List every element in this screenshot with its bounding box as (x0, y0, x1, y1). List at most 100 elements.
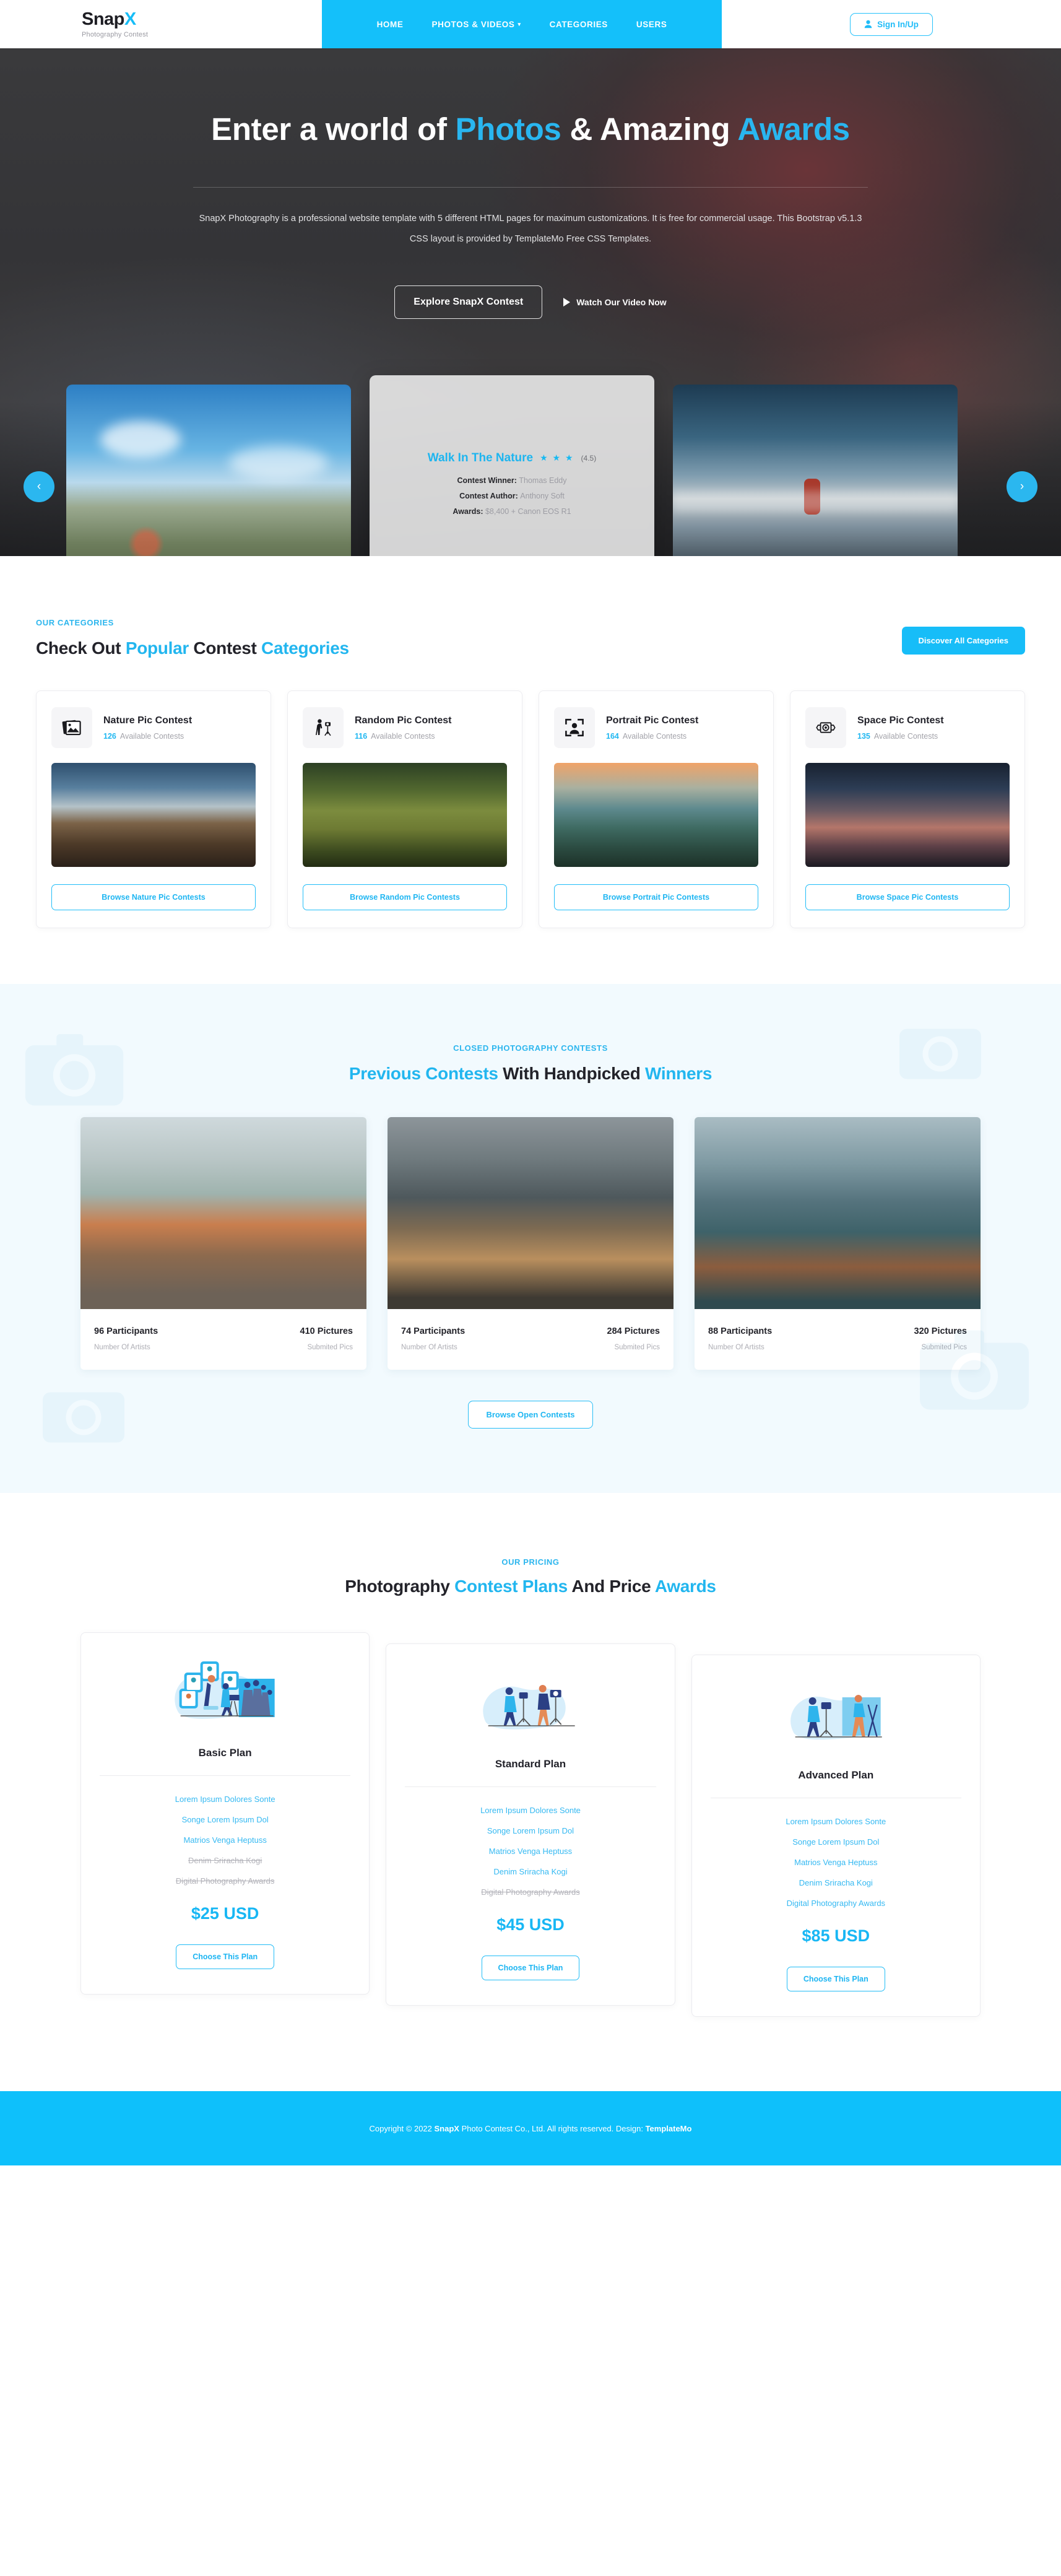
rating-stars-icon: ★ ★ ★ (540, 453, 574, 463)
participants-stat: 96 Participants Number Of Artists (94, 1326, 158, 1351)
slide-right[interactable] (673, 385, 958, 556)
pricing-title-p1: Photography (345, 1577, 455, 1596)
categories-title-p2: Contest (188, 638, 262, 658)
previous-contests-section: CLOSED PHOTOGRAPHY CONTESTS Previous Con… (0, 984, 1061, 1493)
category-name: Space Pic Contest (857, 715, 944, 726)
category-name: Portrait Pic Contest (606, 715, 699, 726)
pricing-title-hl1: Contest Plans (454, 1577, 568, 1596)
category-count: 116 (355, 731, 368, 741)
plan-feature[interactable]: Songe Lorem Ipsum Dol (711, 1837, 961, 1847)
copyright-p2: Photo Contest Co., Ltd. All rights reser… (459, 2123, 646, 2133)
category-count: 126 (103, 731, 116, 741)
participants-label: Number Of Artists (94, 1344, 150, 1351)
category-card-text: Space Pic Contest 135 Available Contests (857, 715, 944, 741)
category-available-label: Available Contests (119, 731, 184, 741)
contest-stats: 74 Participants Number Of Artists 284 Pict… (388, 1309, 673, 1370)
contest-photo (388, 1117, 673, 1309)
pictures-value: 284 Pictures (607, 1326, 660, 1336)
nav-item-users[interactable]: USERS (636, 20, 667, 29)
hero-content: Enter a world of Photos & Amazing Awards… (0, 48, 1061, 319)
contest-author-label: Contest Author: (459, 491, 518, 500)
plan-feature[interactable]: Matrios Venga Heptuss (405, 1847, 656, 1856)
categories-title-hl1: Popular (125, 638, 189, 658)
previous-cta-row: Browse Open Contests (0, 1401, 1061, 1429)
plan-divider (405, 1786, 656, 1787)
contest-winner-row: Contest Winner: Thomas Eddy (392, 476, 632, 485)
categories-eyebrow: OUR CATEGORIES (36, 618, 114, 627)
plan-feature[interactable]: Digital Photography Awards (711, 1899, 961, 1908)
plan-name: Standard Plan (495, 1758, 566, 1770)
plan-name: Basic Plan (198, 1747, 252, 1759)
vintage-camera-icon (805, 707, 846, 748)
browse-open-contests-button[interactable]: Browse Open Contests (468, 1401, 593, 1429)
category-card-header: Random Pic Contest 116 Available Contests (303, 707, 507, 748)
slider-next-button[interactable]: › (1007, 471, 1037, 502)
site-footer: Copyright © 2022 SnapX Photo Contest Co.… (0, 2091, 1061, 2165)
hero-slider: ‹ › Walk In The Nature ★ ★ ★ (4.5) Conte… (0, 375, 1061, 556)
sign-in-up-button[interactable]: Sign In/Up (850, 12, 933, 36)
advanced-plan-illustration (790, 1695, 882, 1740)
choose-plan-button[interactable]: Choose This Plan (786, 1967, 885, 1991)
logo[interactable]: SnapX Photography Contest (0, 0, 322, 48)
plan-feature[interactable]: Matrios Venga Heptuss (100, 1835, 350, 1845)
nav-item-photos-videos[interactable]: PHOTOS & VIDEOS ▾ (431, 20, 521, 29)
plan-illustration (405, 1665, 656, 1752)
header-actions: Sign In/Up (722, 0, 1061, 48)
category-browse-button[interactable]: Browse Portrait Pic Contests (554, 884, 758, 910)
contest-winner-value: Thomas Eddy (519, 476, 567, 485)
page-root: SnapX Photography Contest HOME PHOTOS & V… (0, 0, 1061, 2165)
plan-feature[interactable]: Lorem Ipsum Dolores Sonte (711, 1817, 961, 1826)
logo-tagline: Photography Contest (82, 30, 149, 38)
category-name: Random Pic Contest (355, 715, 452, 726)
nav-item-home[interactable]: HOME (377, 20, 404, 29)
copyright-text: Copyright © 2022 SnapX Photo Contest Co.… (370, 2124, 692, 2133)
plan-feature[interactable]: Songe Lorem Ipsum Dol (405, 1826, 656, 1835)
plan-price: $25 USD (191, 1904, 259, 1923)
category-name: Nature Pic Contest (103, 715, 193, 726)
category-browse-button[interactable]: Browse Nature Pic Contests (51, 884, 256, 910)
plan-feature[interactable]: Denim Sriracha Kogi (405, 1867, 656, 1876)
category-availability: 164 Available Contests (606, 732, 698, 741)
pricing-grid: Basic Plan Lorem Ipsum Dolores Sonte Songe… (0, 1632, 1061, 2017)
discover-all-categories-button[interactable]: Discover All Categories (901, 627, 1025, 655)
hero-divider (193, 187, 868, 188)
plan-feature[interactable]: Matrios Venga Heptuss (711, 1858, 961, 1867)
category-thumbnail (805, 763, 1010, 867)
slider-prev-button[interactable]: ‹ (24, 471, 54, 502)
nav-item-label: CATEGORIES (549, 19, 608, 29)
nav-item-categories[interactable]: CATEGORIES (550, 20, 608, 29)
previous-contest-card[interactable]: 96 Participants Number Of Artists 410 Pict… (80, 1117, 366, 1370)
category-thumbnail (51, 763, 256, 867)
pricing-eyebrow: OUR PRICING (501, 1557, 560, 1567)
participants-value: 74 Participants (401, 1326, 466, 1336)
hero-title-highlight1: Photos (455, 111, 561, 147)
previous-title-p1: With Handpicked (498, 1064, 645, 1083)
choose-plan-button[interactable]: Choose This Plan (481, 1956, 580, 1980)
plan-feature[interactable]: Songe Lorem Ipsum Dol (100, 1815, 350, 1824)
slide-active-info[interactable]: Walk In The Nature ★ ★ ★ (4.5) Contest W… (370, 375, 654, 556)
nav-item-label: HOME (376, 19, 404, 29)
contest-author-value: Anthony Soft (520, 491, 565, 500)
plan-feature[interactable]: Lorem Ipsum Dolores Sonte (405, 1806, 656, 1815)
logo-text-accent: X (124, 9, 136, 29)
category-availability: 126 Available Contests (103, 732, 192, 741)
previous-contest-card[interactable]: 74 Participants Number Of Artists 284 Pict… (388, 1117, 673, 1370)
slide-left[interactable] (66, 385, 351, 556)
hero-cta-row: Explore SnapX Contest Watch Our Video No… (0, 285, 1061, 319)
explore-contest-button[interactable]: Explore SnapX Contest (394, 285, 543, 319)
participants-value: 88 Participants (708, 1326, 773, 1336)
main-nav: HOME PHOTOS & VIDEOS ▾ CATEGORIES USERS (322, 0, 722, 48)
choose-plan-button[interactable]: Choose This Plan (176, 1944, 275, 1969)
nav-item-label: USERS (636, 19, 667, 29)
category-card: Nature Pic Contest 126 Available Contests B… (36, 690, 271, 928)
contest-awards-label: Awards: (453, 507, 483, 516)
category-browse-button[interactable]: Browse Space Pic Contests (805, 884, 1010, 910)
category-browse-button[interactable]: Browse Random Pic Contests (303, 884, 507, 910)
copyright-designer[interactable]: TemplateMo (646, 2124, 692, 2133)
plan-feature[interactable]: Lorem Ipsum Dolores Sonte (100, 1795, 350, 1804)
watch-video-button[interactable]: Watch Our Video Now (563, 297, 667, 307)
pictures-label: Submited Pics (307, 1344, 353, 1351)
category-card-header: Portrait Pic Contest 164 Available Contest… (554, 707, 758, 748)
plan-feature[interactable]: Denim Sriracha Kogi (711, 1878, 961, 1887)
sign-in-up-label: Sign In/Up (877, 19, 919, 29)
